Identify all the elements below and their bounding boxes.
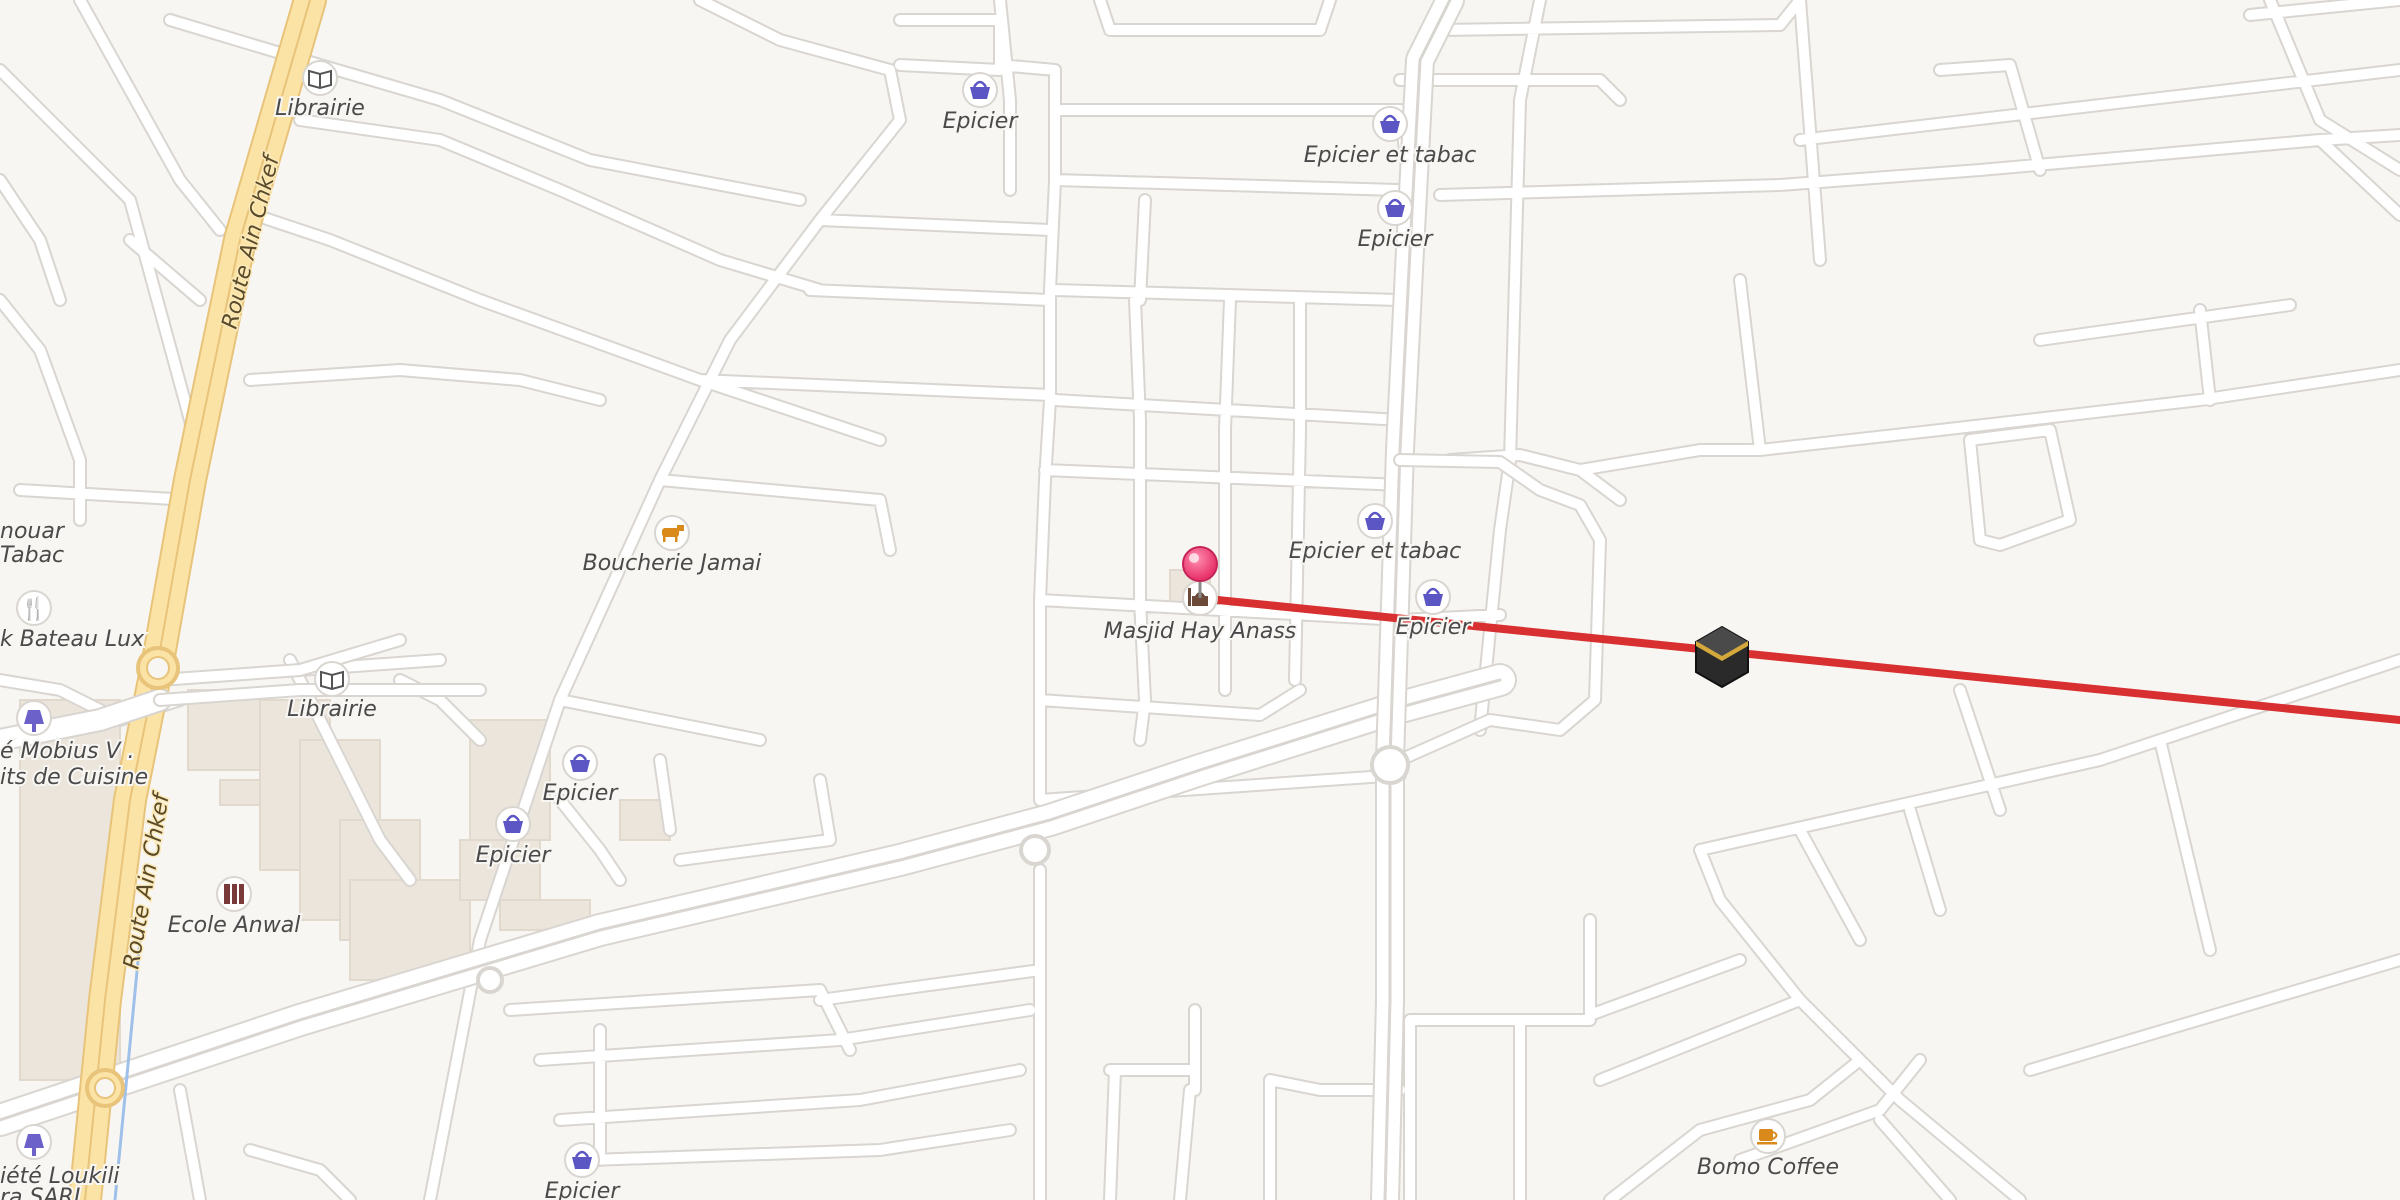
svg-text:🍴: 🍴 bbox=[20, 596, 47, 622]
poi-label: Epicier bbox=[476, 843, 553, 868]
poi-label: Ecole Anwal bbox=[168, 913, 301, 938]
school-icon bbox=[224, 884, 244, 904]
poi-epicier[interactable]: Epicier bbox=[541, 745, 621, 808]
poi-epicier[interactable]: Epicier bbox=[543, 1142, 623, 1200]
edge-label-sarl: ra SARL bbox=[0, 1185, 86, 1200]
edge-label-mobius: é Mobius V . bbox=[0, 739, 134, 764]
poi-label: Epicier bbox=[543, 781, 620, 806]
edge-label-nouar: nouar bbox=[0, 519, 66, 544]
poi-label: Epicier bbox=[1358, 227, 1435, 252]
map-canvas[interactable]: Route Ain Chkef Route Ain Chkef Librairi… bbox=[0, 0, 2400, 1200]
poi-label: Librairie bbox=[287, 697, 377, 722]
poi-label: Epicier bbox=[545, 1179, 622, 1200]
edge-label-tabac: Tabac bbox=[0, 543, 64, 568]
kaaba-icon[interactable] bbox=[1695, 625, 1749, 689]
poi-epicier-et-tabac[interactable]: Epicier et tabac bbox=[1287, 503, 1463, 566]
poi-ecole-anwal[interactable]: Ecole Anwal bbox=[166, 876, 302, 940]
poi-boucherie-jamai[interactable]: Boucherie Jamai bbox=[581, 515, 763, 578]
poi-label: Bomo Coffee bbox=[1697, 1155, 1839, 1180]
poi-label: Boucherie Jamai bbox=[583, 551, 762, 576]
poi-label: Epicier bbox=[1396, 615, 1473, 640]
poi-label: Librairie bbox=[275, 96, 365, 121]
poi-label: Masjid Hay Anass bbox=[1104, 619, 1297, 644]
edge-label-bateau-lux: k Bateau Lux bbox=[0, 627, 145, 652]
poi-label: Epicier et tabac bbox=[1289, 539, 1462, 564]
poi-label: Epicier et tabac bbox=[1304, 143, 1477, 168]
edge-label-cuisine: its de Cuisine bbox=[0, 765, 148, 790]
poi-label: Epicier bbox=[943, 109, 1020, 134]
map-layer: Route Ain Chkef Route Ain Chkef Librairi… bbox=[0, 0, 2400, 1200]
